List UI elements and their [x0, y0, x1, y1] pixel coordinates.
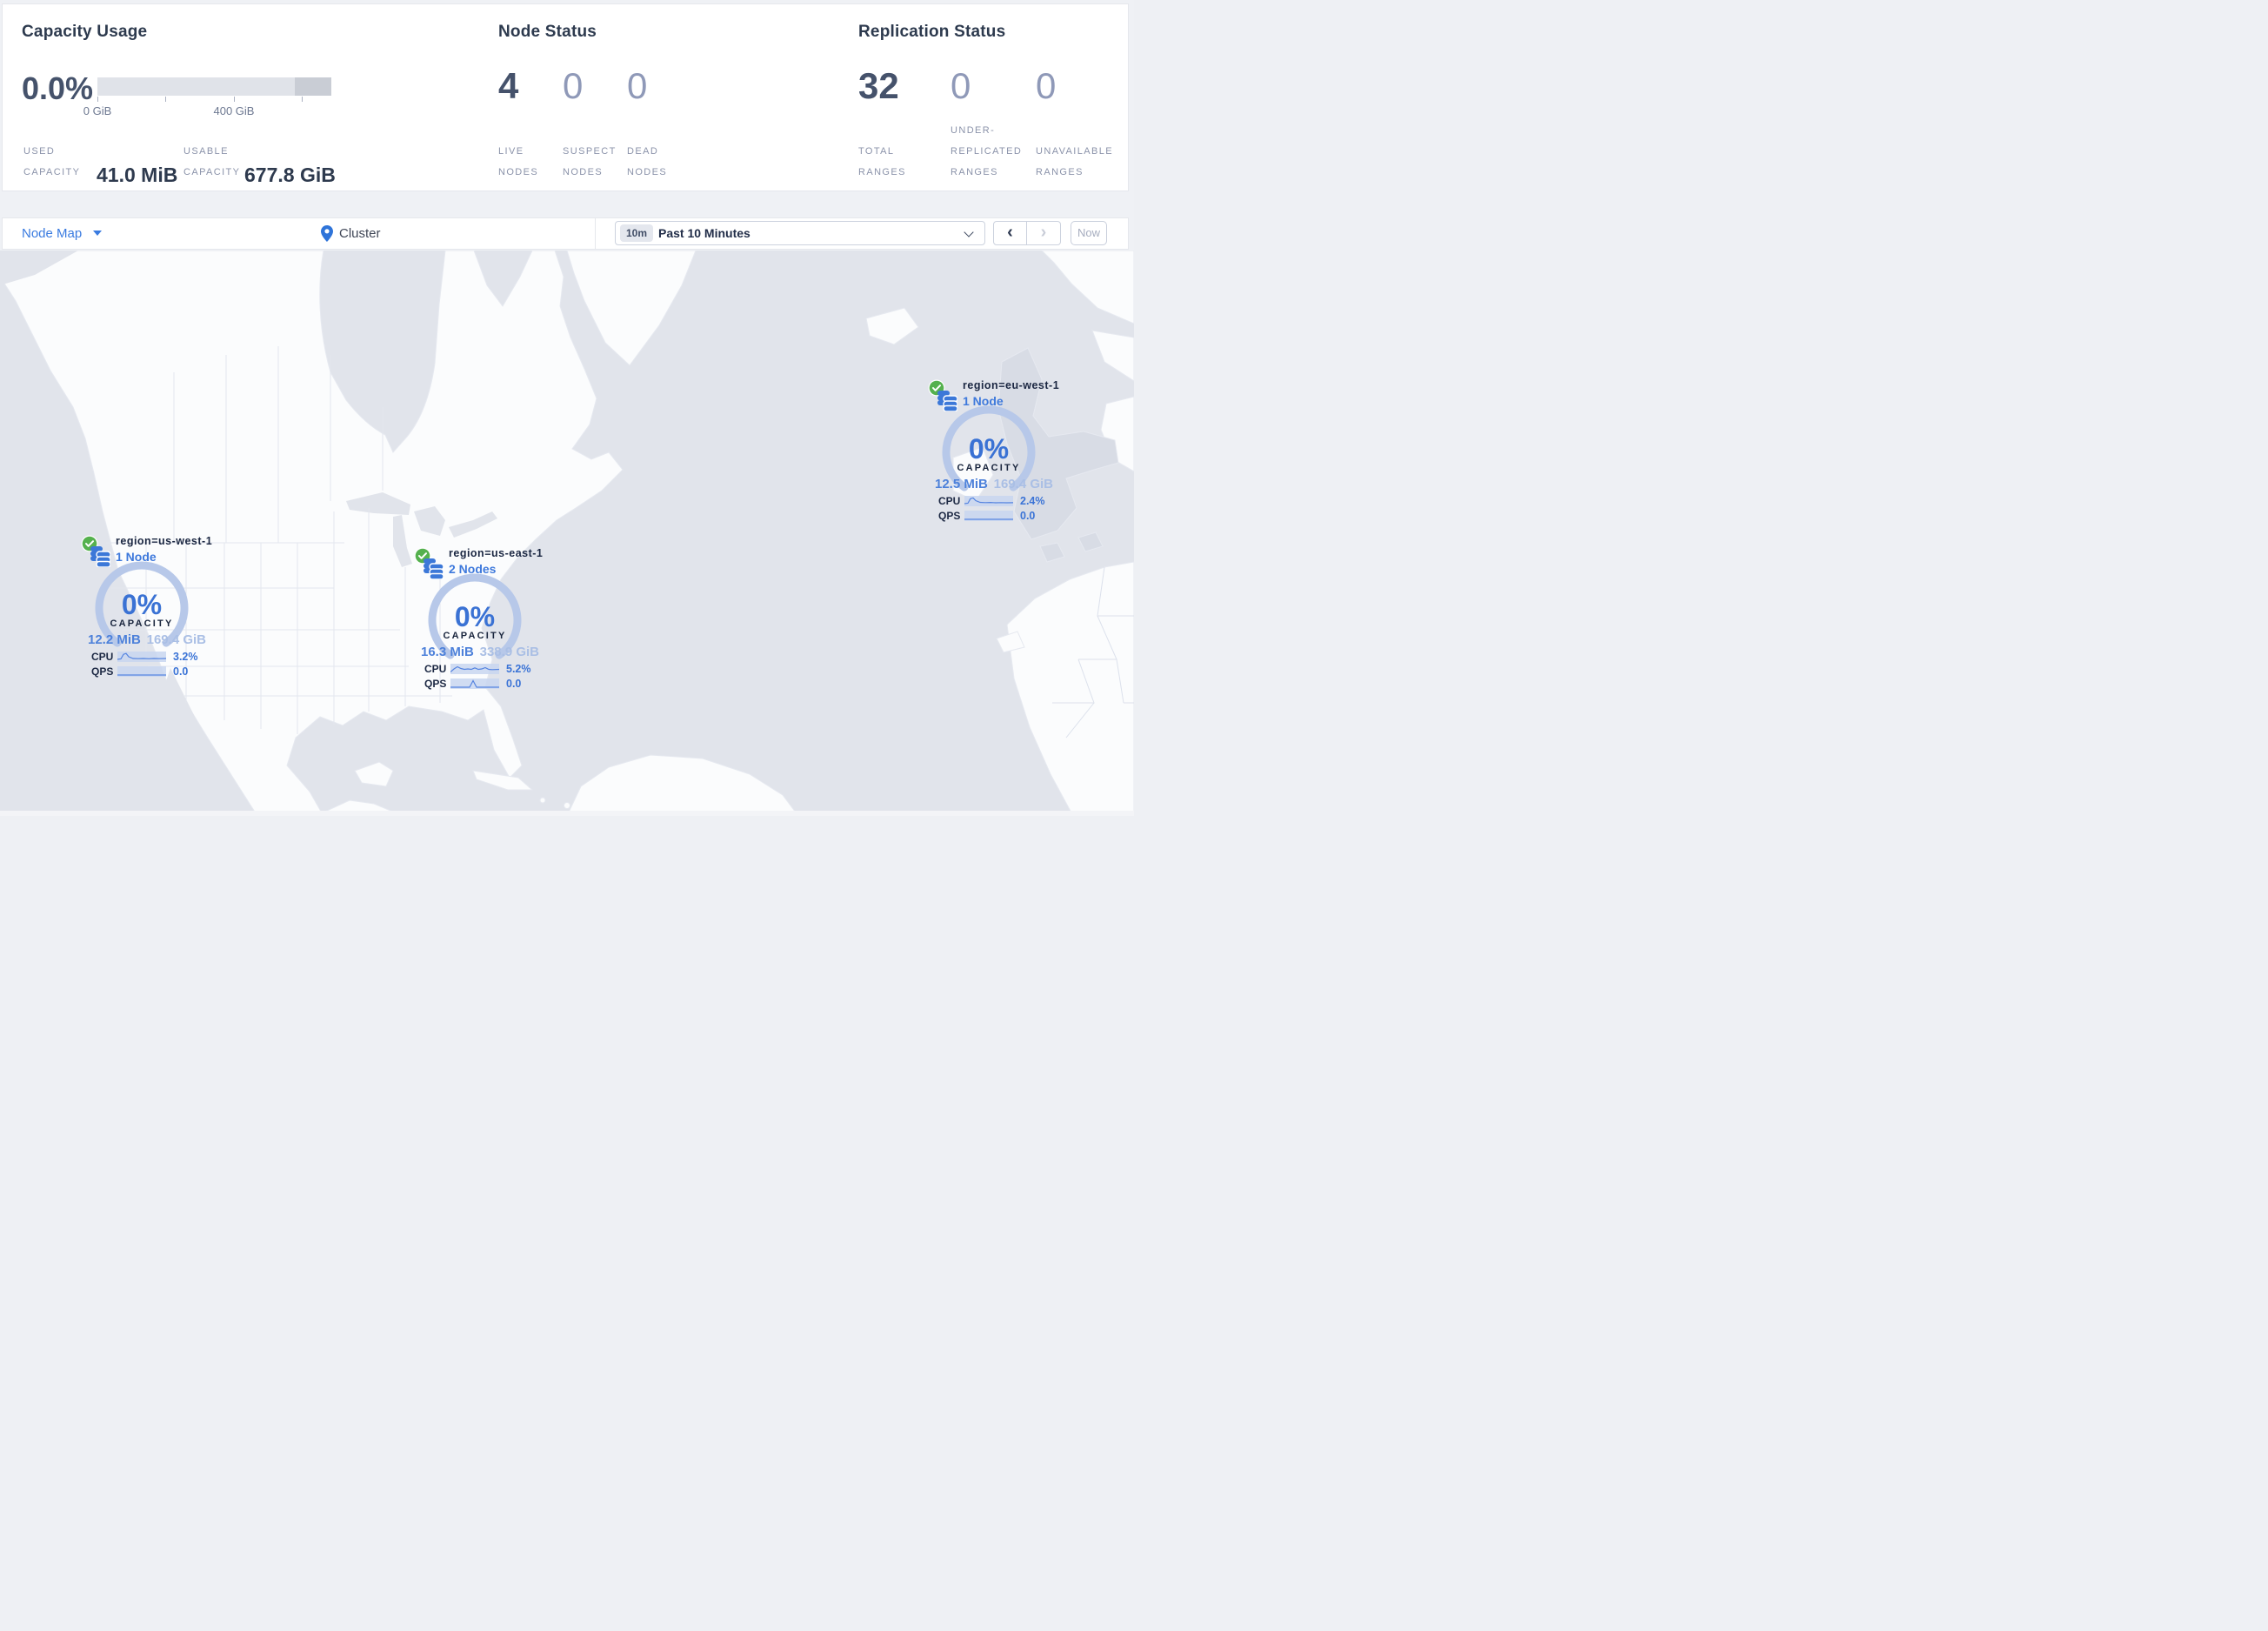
cpu-value: 2.4%: [1020, 495, 1045, 507]
capacity-percent: 0%: [121, 589, 163, 620]
time-range-badge: 10m: [620, 224, 654, 242]
unavailable-value: 0: [1036, 65, 1057, 106]
view-selector-label: Node Map: [22, 226, 83, 241]
qps-sparkline: [964, 510, 1013, 525]
region-marker-eu-west-1[interactable]: region=eu-west-1 1 Node 0% CAPACITY 12.5…: [928, 379, 1060, 527]
live-nodes-label: LIVE NODES: [498, 146, 539, 177]
used-capacity-label: USED CAPACITY: [23, 146, 81, 177]
usable-capacity-value: 677.8 GiB: [244, 164, 336, 186]
chevron-down-icon: [964, 227, 974, 237]
cpu-label: CPU: [938, 495, 961, 507]
axis-tick: [165, 97, 166, 102]
dead-nodes-label: DEAD NODES: [627, 146, 668, 177]
time-now-button[interactable]: Now: [1071, 221, 1107, 245]
total-ranges-label: TOTAL RANGES: [858, 146, 906, 177]
time-range-dropdown[interactable]: 10m Past 10 Minutes: [615, 221, 985, 245]
capacity-gauge-label: CAPACITY: [110, 618, 174, 629]
chevron-down-icon: [93, 231, 103, 236]
time-prev-button[interactable]: ‹: [993, 221, 1027, 245]
capacity-usage-percent: 0.0%: [22, 70, 94, 106]
capacity-usage-bar: [97, 77, 331, 96]
under-replicated-value: 0: [951, 65, 971, 106]
capacity-usage-title: Capacity Usage: [22, 23, 148, 41]
map-pin-icon: [321, 225, 333, 246]
qps-value: 0.0: [1020, 510, 1036, 522]
breadcrumb-cluster[interactable]: Cluster: [339, 226, 381, 241]
live-nodes-value: 4: [498, 65, 519, 106]
cpu-label: CPU: [424, 663, 447, 675]
time-nav-buttons: ‹ ›: [993, 221, 1061, 245]
cpu-sparkline: [450, 663, 500, 678]
capacity-total-value: 169.4 GiB: [146, 632, 206, 647]
suspect-nodes-label: SUSPECT NODES: [563, 146, 617, 177]
cpu-sparkline: [964, 495, 1014, 511]
view-selector-dropdown[interactable]: Node Map: [22, 226, 103, 241]
qps-label: QPS: [91, 665, 114, 678]
qps-sparkline: [450, 678, 499, 693]
qps-label: QPS: [938, 510, 961, 522]
world-map-graphic: [0, 251, 1134, 816]
cpu-sparkline: [117, 651, 167, 666]
capacity-total-value: 338.9 GiB: [479, 645, 539, 659]
cpu-value: 5.2%: [506, 663, 531, 675]
map-toolbar: Node Map Cluster 10m Past 10 Minutes ‹ ›…: [2, 217, 1129, 250]
unavailable-label: UNAVAILABLE RANGES: [1036, 146, 1113, 177]
axis-tick: [302, 97, 303, 102]
used-capacity-value: 41.0 MiB: [97, 164, 178, 186]
capacity-total-value: 169.4 GiB: [993, 477, 1053, 491]
under-replicated-label: UNDER- REPLICATED RANGES: [951, 125, 1023, 177]
node-map[interactable]: region=us-west-1 1 Node 0% CAPACITY 12.2…: [0, 251, 1134, 816]
cluster-summary-panel: Capacity Usage 0.0% 0 GiB 400 GiB USED C…: [2, 3, 1129, 191]
total-ranges-value: 32: [858, 65, 899, 106]
qps-value: 0.0: [173, 665, 189, 678]
capacity-percent: 0%: [968, 433, 1010, 465]
capacity-used-segment: [295, 77, 331, 96]
axis-tick-label: 0 GiB: [83, 104, 112, 117]
usable-capacity-label: USABLE CAPACITY: [183, 146, 241, 177]
suspect-nodes-value: 0: [563, 65, 584, 106]
cluster-overview-page: Capacity Usage 0.0% 0 GiB 400 GiB USED C…: [0, 0, 1134, 816]
region-name: region=eu-west-1: [963, 379, 1060, 391]
time-range-label: Past 10 Minutes: [658, 226, 750, 240]
time-next-button[interactable]: ›: [1027, 221, 1061, 245]
axis-tick: [234, 97, 235, 102]
region-name: region=us-west-1: [116, 535, 213, 547]
replication-status-title: Replication Status: [858, 23, 1006, 41]
node-status-title: Node Status: [498, 23, 597, 41]
axis-tick: [97, 97, 98, 102]
region-name: region=us-east-1: [449, 547, 544, 559]
cpu-label: CPU: [91, 651, 114, 663]
capacity-gauge-label: CAPACITY: [443, 631, 507, 641]
capacity-used-value: 12.5 MiB: [935, 477, 988, 491]
toolbar-divider: [595, 218, 596, 249]
capacity-gauge-label: CAPACITY: [957, 463, 1021, 473]
qps-value: 0.0: [506, 678, 522, 690]
capacity-used-value: 12.2 MiB: [88, 632, 141, 647]
capacity-percent: 0%: [454, 601, 496, 632]
region-marker-us-east-1[interactable]: region=us-east-1 2 Nodes 0% CAPACITY 16.…: [414, 547, 544, 695]
qps-label: QPS: [424, 678, 447, 690]
cpu-value: 3.2%: [173, 651, 198, 663]
capacity-used-value: 16.3 MiB: [421, 645, 474, 659]
qps-sparkline: [117, 665, 166, 681]
axis-tick-label: 400 GiB: [213, 104, 255, 117]
region-marker-us-west-1[interactable]: region=us-west-1 1 Node 0% CAPACITY 12.2…: [81, 535, 213, 683]
dead-nodes-value: 0: [627, 65, 648, 106]
